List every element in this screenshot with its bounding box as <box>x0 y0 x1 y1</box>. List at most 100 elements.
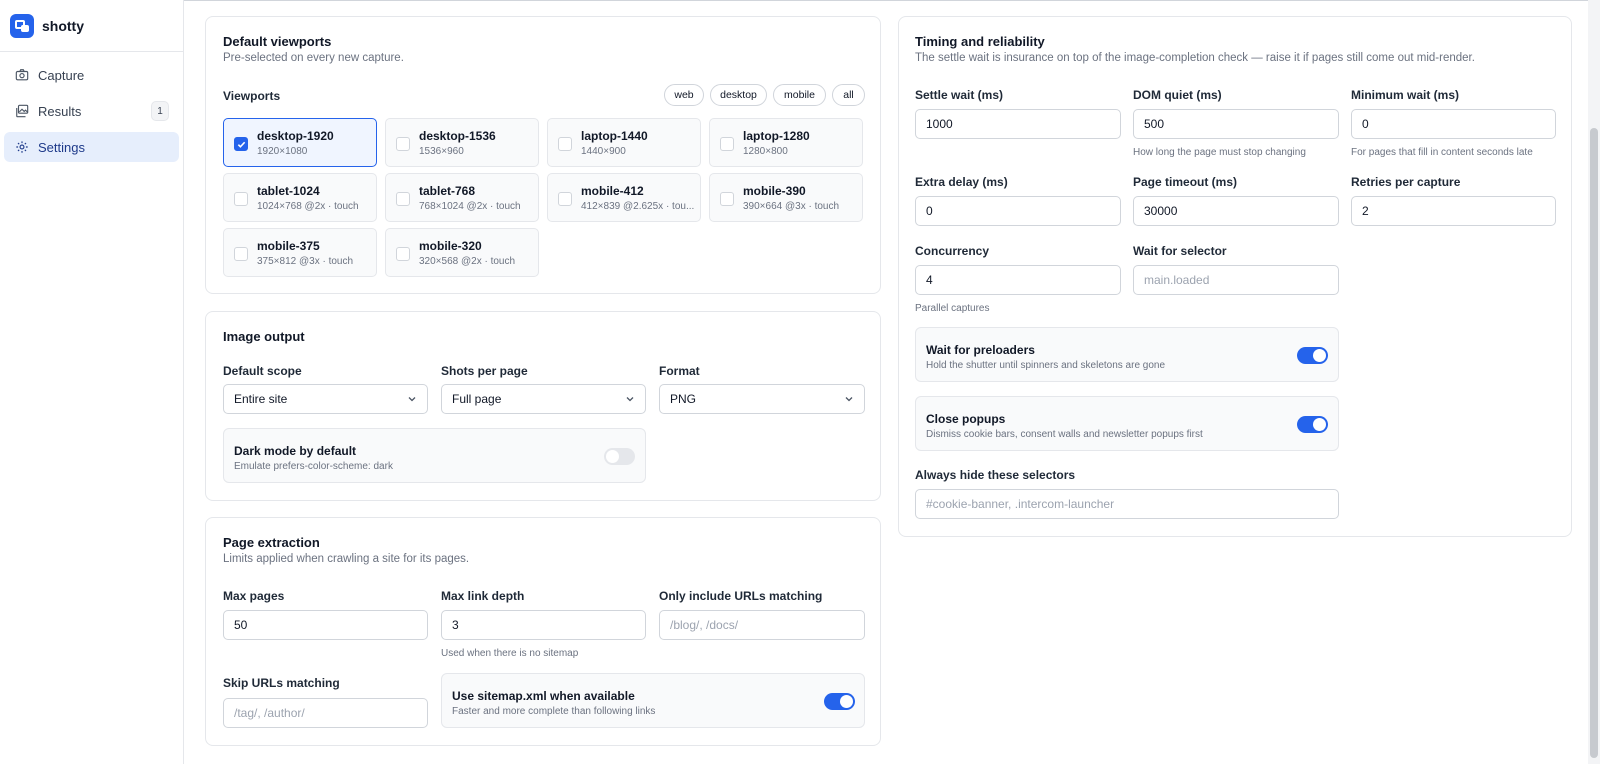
format-label: Format <box>659 364 700 378</box>
timing-subtitle: The settle wait is insurance on top of t… <box>915 52 1475 64</box>
viewport-option[interactable]: desktop-1536 1536×960 <box>385 118 539 167</box>
viewport-checkbox[interactable] <box>396 137 410 151</box>
filter-web-button[interactable]: web <box>664 84 704 106</box>
viewport-checkbox[interactable] <box>234 247 248 261</box>
image-output-card: Image output Default scope Entire site S… <box>205 311 881 501</box>
viewport-name: tablet-768 <box>419 184 476 198</box>
viewports-card: Default viewports Pre-selected on every … <box>205 16 881 294</box>
viewport-name: desktop-1920 <box>257 129 334 143</box>
wait-selector-label: Wait for selector <box>1133 244 1227 258</box>
dark-mode-setting: Dark mode by default Emulate prefers-col… <box>223 428 646 483</box>
viewport-option[interactable]: desktop-1920 1920×1080 <box>223 118 377 167</box>
preloaders-toggle[interactable] <box>1297 347 1328 364</box>
viewport-checkbox[interactable] <box>396 192 410 206</box>
extra-delay-label: Extra delay (ms) <box>915 175 1008 189</box>
filter-desktop-button[interactable]: desktop <box>710 84 767 106</box>
sidebar-item-label: Settings <box>38 139 85 155</box>
viewport-checkbox[interactable] <box>720 192 734 206</box>
viewport-option[interactable]: mobile-390 390×664 @3x · touch <box>709 173 863 222</box>
images-icon <box>14 103 30 119</box>
shots-per-page-select[interactable]: Full page <box>441 384 646 414</box>
sitemap-toggle[interactable] <box>824 693 855 710</box>
extra-delay-input[interactable]: 0 <box>915 196 1121 226</box>
close-popups-title: Close popups <box>926 412 1006 426</box>
close-popups-setting: Close popups Dismiss cookie bars, consen… <box>915 396 1339 451</box>
viewport-name: desktop-1536 <box>419 129 496 143</box>
default-scope-label: Default scope <box>223 364 302 378</box>
viewport-detail: 412×839 @2.625x · tou... <box>581 201 695 212</box>
wait-selector-input[interactable]: main.loaded <box>1133 265 1339 295</box>
viewport-checkbox[interactable] <box>720 137 734 151</box>
viewport-name: laptop-1280 <box>743 129 810 143</box>
max-link-depth-input[interactable]: 3 <box>441 610 646 640</box>
sidebar-item-results[interactable]: Results 1 <box>4 96 179 126</box>
sidebar-item-label: Results <box>38 103 82 119</box>
dark-mode-toggle[interactable] <box>604 448 635 465</box>
app-logo-icon <box>10 13 34 38</box>
preloaders-title: Wait for preloaders <box>926 343 1035 357</box>
page-timeout-label: Page timeout (ms) <box>1133 175 1238 189</box>
viewport-checkbox[interactable] <box>234 137 248 151</box>
viewport-option[interactable]: mobile-412 412×839 @2.625x · tou... <box>547 173 701 222</box>
viewport-name: mobile-375 <box>257 239 320 253</box>
concurrency-label: Concurrency <box>915 244 990 258</box>
viewport-checkbox[interactable] <box>234 192 248 206</box>
chevron-down-icon <box>845 397 853 402</box>
sidebar-item-settings[interactable]: Settings <box>4 132 179 162</box>
page-timeout-input[interactable]: 30000 <box>1133 196 1339 226</box>
dom-quiet-input[interactable]: 500 <box>1133 109 1339 139</box>
default-scope-select[interactable]: Entire site <box>223 384 428 414</box>
page-extraction-subtitle: Limits applied when crawling a site for … <box>223 553 470 565</box>
dark-mode-title: Dark mode by default <box>234 444 357 458</box>
page-scrollbar[interactable] <box>1588 0 1600 764</box>
format-select[interactable]: PNG <box>659 384 865 414</box>
viewport-detail: 1920×1080 <box>257 146 308 157</box>
concurrency-input[interactable]: 4 <box>915 265 1121 295</box>
viewport-checkbox[interactable] <box>396 247 410 261</box>
max-link-depth-label: Max link depth <box>441 589 525 603</box>
viewport-detail: 375×812 @3x · touch <box>257 256 354 267</box>
settle-wait-input[interactable]: 1000 <box>915 109 1121 139</box>
filter-mobile-button[interactable]: mobile <box>773 84 826 106</box>
hide-selectors-label: Always hide these selectors <box>915 468 1076 482</box>
viewports-label: Viewports <box>223 89 281 103</box>
viewport-option[interactable]: tablet-1024 1024×768 @2x · touch <box>223 173 377 222</box>
viewport-option[interactable]: tablet-768 768×1024 @2x · touch <box>385 173 539 222</box>
max-pages-input[interactable]: 50 <box>223 610 428 640</box>
close-popups-toggle[interactable] <box>1297 416 1328 433</box>
viewport-option[interactable]: mobile-320 320×568 @2x · touch <box>385 228 539 277</box>
sidebar-item-capture[interactable]: Capture <box>4 60 179 90</box>
settle-wait-label: Settle wait (ms) <box>915 88 1004 102</box>
skip-urls-input[interactable]: /tag/, /author/ <box>223 698 428 728</box>
viewport-option[interactable]: mobile-375 375×812 @3x · touch <box>223 228 377 277</box>
concurrency-hint: Parallel captures <box>915 303 990 314</box>
viewport-name: laptop-1440 <box>581 129 648 143</box>
gear-icon <box>14 139 30 155</box>
hide-selectors-input[interactable]: #cookie-banner, .intercom-launcher <box>915 489 1339 519</box>
viewport-option[interactable]: laptop-1440 1440×900 <box>547 118 701 167</box>
max-pages-label: Max pages <box>223 589 285 603</box>
viewport-option[interactable]: laptop-1280 1280×800 <box>709 118 863 167</box>
viewport-detail: 1024×768 @2x · touch <box>257 201 359 212</box>
dark-mode-description: Emulate prefers-color-scheme: dark <box>234 461 393 472</box>
chevron-down-icon <box>408 397 416 402</box>
retries-label: Retries per capture <box>1351 175 1461 189</box>
include-urls-input[interactable]: /blog/, /docs/ <box>659 610 865 640</box>
default-scope-value: Entire site <box>234 392 288 406</box>
filter-all-button[interactable]: all <box>832 84 865 106</box>
dom-quiet-label: DOM quiet (ms) <box>1133 88 1222 102</box>
minimum-wait-label: Minimum wait (ms) <box>1351 88 1460 102</box>
viewport-checkbox[interactable] <box>558 137 572 151</box>
page-extraction-title: Page extraction <box>223 535 320 550</box>
minimum-wait-input[interactable]: 0 <box>1351 109 1556 139</box>
minimum-wait-hint: For pages that fill in content seconds l… <box>1351 147 1533 158</box>
app-name: shotty <box>42 17 84 34</box>
max-link-depth-hint: Used when there is no sitemap <box>441 648 579 659</box>
viewport-name: mobile-412 <box>581 184 644 198</box>
viewport-checkbox[interactable] <box>558 192 572 206</box>
retries-input[interactable]: 2 <box>1351 196 1556 226</box>
viewport-name: tablet-1024 <box>257 184 320 198</box>
viewport-detail: 1440×900 <box>581 146 626 157</box>
timing-card: Timing and reliability The settle wait i… <box>898 16 1572 537</box>
scrollbar-thumb[interactable] <box>1590 128 1598 758</box>
